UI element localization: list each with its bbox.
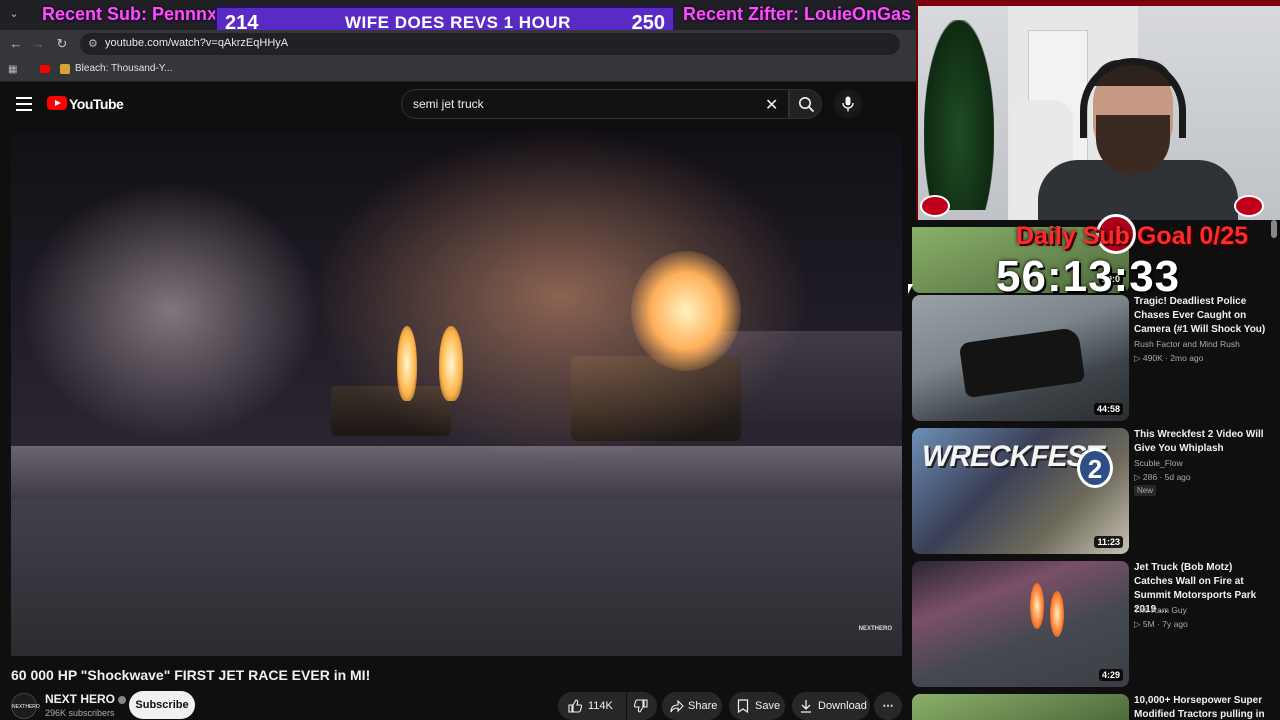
recommendation-channel[interactable]: Scuble_Flow bbox=[1134, 458, 1183, 468]
url-text: youtube.com/watch?v=qAkrzEqHHyA bbox=[105, 37, 289, 49]
thumbs-up-icon bbox=[568, 699, 582, 713]
thumbnail-car bbox=[958, 326, 1086, 399]
video-frame-smoke bbox=[21, 181, 321, 441]
recommendation-item[interactable]: WRECKFEST 2 11:23 This Wreckfest 2 Video… bbox=[912, 428, 1272, 554]
bookmark-favicon bbox=[60, 64, 70, 74]
download-label: Download bbox=[818, 700, 867, 712]
recommendation-channel[interactable]: Rush Factor and Mind Rush bbox=[1134, 339, 1240, 349]
search-icon bbox=[799, 97, 815, 113]
hamburger-menu-icon[interactable] bbox=[16, 97, 32, 111]
download-icon bbox=[801, 700, 811, 713]
verified-icon bbox=[118, 695, 127, 704]
forward-icon[interactable]: → bbox=[30, 36, 46, 52]
video-player[interactable]: NEXTHERO bbox=[11, 131, 902, 656]
recommendation-title[interactable]: 10,000+ Horsepower Super Modified Tracto… bbox=[1134, 694, 1269, 720]
recommendation-item[interactable]: 4:29 Jet Truck (Bob Motz) Catches Wall o… bbox=[912, 561, 1272, 687]
share-icon bbox=[670, 699, 684, 713]
save-label: Save bbox=[755, 700, 781, 712]
share-button[interactable]: Share bbox=[662, 692, 722, 720]
mouse-cursor-icon bbox=[908, 284, 913, 294]
streamer-webcam bbox=[916, 0, 1280, 220]
bookmark-item[interactable]: Bleach: Thousand-Y... bbox=[75, 63, 172, 74]
recommendation-title[interactable]: This Wreckfest 2 Video Will Give You Whi… bbox=[1134, 428, 1269, 456]
recent-zifter-label: Recent Zifter: LouieOnGas bbox=[683, 4, 912, 24]
cloud-icon bbox=[1234, 195, 1264, 217]
recommendation-meta: ▷ 490K · 2mo ago bbox=[1134, 353, 1204, 363]
dislike-button[interactable] bbox=[627, 692, 657, 720]
back-icon[interactable]: ← bbox=[8, 36, 24, 52]
search-button[interactable] bbox=[789, 89, 822, 119]
address-bar: ← → ↻ ⚙ youtube.com/watch?v=qAkrzEqHHyA bbox=[0, 30, 916, 58]
channel-avatar[interactable]: NEXTHERO bbox=[11, 693, 40, 719]
save-button[interactable]: Save bbox=[729, 692, 785, 720]
video-duration: 11:23 bbox=[1094, 536, 1123, 548]
url-field[interactable]: ⚙ youtube.com/watch?v=qAkrzEqHHyA bbox=[80, 33, 900, 55]
video-frame-flame bbox=[439, 326, 463, 401]
youtube-header: YouTube semi jet truck ✕ bbox=[0, 82, 916, 128]
clear-search-icon[interactable]: ✕ bbox=[765, 95, 778, 115]
channel-name[interactable]: NEXT HERO bbox=[45, 692, 127, 706]
voice-search-button[interactable] bbox=[834, 90, 862, 118]
video-frame-flame bbox=[397, 326, 417, 401]
search-input[interactable]: semi jet truck bbox=[401, 89, 789, 119]
thumbnail-flame bbox=[1050, 591, 1064, 637]
video-watermark: NEXTHERO bbox=[858, 626, 892, 632]
microphone-icon bbox=[842, 96, 854, 112]
recommendation-meta: ▷ 286 · 5d ago bbox=[1134, 472, 1191, 482]
bookmark-icon bbox=[737, 699, 749, 713]
overlay-frame-top bbox=[916, 0, 1280, 6]
search-query: semi jet truck bbox=[413, 97, 484, 111]
share-label: Share bbox=[688, 700, 718, 712]
cloud-icon bbox=[920, 195, 950, 217]
recommendation-meta: ▷ 5M · 7y ago bbox=[1134, 619, 1188, 629]
thumbnail-wreckfest-number: 2 bbox=[1077, 448, 1113, 488]
video-frame-fireball bbox=[631, 251, 741, 371]
channel-name-text[interactable]: NEXT HERO bbox=[45, 692, 115, 706]
video-duration: 44:58 bbox=[1093, 403, 1123, 415]
reload-icon[interactable]: ↻ bbox=[54, 36, 70, 52]
recommendation-thumbnail[interactable]: WRECKFEST 2 11:23 bbox=[912, 428, 1129, 554]
webcam-christmas-tree bbox=[924, 20, 994, 210]
subscriber-count: 296K subscribers bbox=[45, 708, 115, 718]
like-button[interactable]: 114K bbox=[558, 692, 626, 720]
video-title: 60 000 HP "Shockwave" FIRST JET RACE EVE… bbox=[11, 667, 371, 683]
thumbnail-wreckfest-text: WRECKFEST bbox=[922, 440, 1104, 473]
youtube-bookmark-icon[interactable] bbox=[40, 65, 50, 73]
more-actions-icon[interactable]: ⋯ bbox=[874, 692, 902, 720]
recommendation-item[interactable]: 10,000+ Horsepower Super Modified Tracto… bbox=[912, 694, 1272, 720]
recommendation-thumbnail[interactable] bbox=[912, 694, 1129, 720]
youtube-wordmark[interactable]: YouTube bbox=[69, 96, 124, 112]
bookmarks-bar: ▦ Bleach: Thousand-Y... bbox=[0, 58, 916, 82]
recommendation-channel[interactable]: The Ram Guy bbox=[1134, 605, 1187, 615]
recommendation-title[interactable]: Tragic! Deadliest Police Chases Ever Cau… bbox=[1134, 295, 1269, 337]
download-button[interactable]: Download bbox=[792, 692, 870, 720]
new-badge: New bbox=[1134, 485, 1157, 496]
recommendation-item[interactable]: 44:58 Tragic! Deadliest Police Chases Ev… bbox=[912, 295, 1272, 421]
sub-goal-overlay: Daily Sub Goal 0/25 56:13:33 bbox=[916, 214, 1280, 301]
screen: ⌄ Recent Sub: Pennnx 214 WIFE DOES REVS … bbox=[0, 0, 1280, 720]
recent-sub-label: Recent Sub: Pennnx bbox=[42, 4, 218, 24]
apps-grid-icon[interactable]: ▦ bbox=[8, 64, 20, 76]
youtube-logo-icon[interactable] bbox=[47, 96, 67, 110]
site-info-icon[interactable]: ⚙ bbox=[88, 37, 98, 50]
tab-search-icon[interactable]: ⌄ bbox=[6, 6, 22, 22]
recommendation-thumbnail[interactable]: 44:58 bbox=[912, 295, 1129, 421]
thumbnail-flame bbox=[1030, 583, 1044, 629]
video-duration: 4:29 bbox=[1098, 669, 1123, 681]
daily-sub-goal: Daily Sub Goal 0/25 bbox=[1016, 222, 1249, 250]
thumbs-down-icon bbox=[634, 699, 648, 713]
recommendation-thumbnail[interactable]: 4:29 bbox=[912, 561, 1129, 687]
subscribe-button[interactable]: Subscribe bbox=[129, 691, 195, 719]
like-count: 114K bbox=[588, 700, 613, 712]
